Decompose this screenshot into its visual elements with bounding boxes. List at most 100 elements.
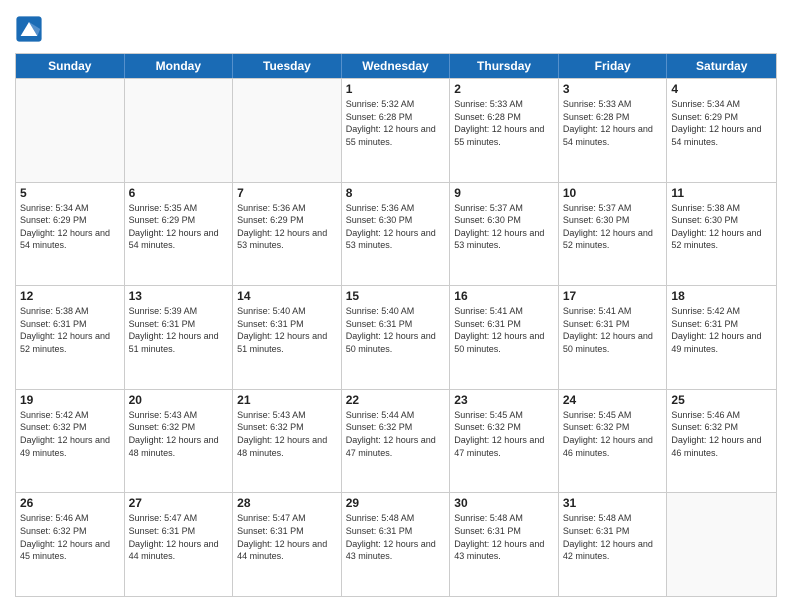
week-row-3: 12Sunrise: 5:38 AMSunset: 6:31 PMDayligh… — [16, 285, 776, 389]
header-day-thursday: Thursday — [450, 54, 559, 78]
header-day-tuesday: Tuesday — [233, 54, 342, 78]
day-cell-17: 17Sunrise: 5:41 AMSunset: 6:31 PMDayligh… — [559, 286, 668, 389]
day-info: Sunrise: 5:35 AMSunset: 6:29 PMDaylight:… — [129, 202, 229, 252]
day-number: 20 — [129, 393, 229, 407]
day-info: Sunrise: 5:32 AMSunset: 6:28 PMDaylight:… — [346, 98, 446, 148]
calendar: SundayMondayTuesdayWednesdayThursdayFrid… — [15, 53, 777, 597]
day-number: 5 — [20, 186, 120, 200]
day-number: 13 — [129, 289, 229, 303]
calendar-header: SundayMondayTuesdayWednesdayThursdayFrid… — [16, 54, 776, 78]
header-day-saturday: Saturday — [667, 54, 776, 78]
day-cell-14: 14Sunrise: 5:40 AMSunset: 6:31 PMDayligh… — [233, 286, 342, 389]
day-info: Sunrise: 5:46 AMSunset: 6:32 PMDaylight:… — [671, 409, 772, 459]
day-cell-3: 3 Sunrise: 5:33 AMSunset: 6:28 PMDaylight… — [559, 79, 668, 182]
day-number: 1 — [346, 82, 446, 96]
empty-cell — [16, 79, 125, 182]
day-cell-26: 26 Sunrise: 5:46 AMSunset: 6:32 PMDayligh… — [16, 493, 125, 596]
empty-cell — [233, 79, 342, 182]
day-info: Sunrise: 5:34 AMSunset: 6:29 PMDaylight:… — [671, 98, 772, 148]
logo-icon — [15, 15, 43, 43]
day-info: Sunrise: 5:45 AMSunset: 6:32 PMDaylight:… — [454, 409, 554, 459]
day-number: 11 — [671, 186, 772, 200]
day-info: Sunrise: 5:36 AMSunset: 6:29 PMDaylight:… — [237, 202, 337, 252]
day-info: Sunrise: 5:47 AMSunset: 6:31 PMDaylight:… — [129, 512, 229, 562]
day-number: 9 — [454, 186, 554, 200]
day-cell-10: 10Sunrise: 5:37 AMSunset: 6:30 PMDayligh… — [559, 183, 668, 286]
day-cell-8: 8 Sunrise: 5:36 AMSunset: 6:30 PMDaylight… — [342, 183, 451, 286]
day-info: Sunrise: 5:37 AMSunset: 6:30 PMDaylight:… — [454, 202, 554, 252]
day-number: 29 — [346, 496, 446, 510]
day-info: Sunrise: 5:46 AMSunset: 6:32 PMDaylight:… — [20, 512, 120, 562]
day-cell-19: 19 Sunrise: 5:42 AMSunset: 6:32 PMDayligh… — [16, 390, 125, 493]
day-number: 3 — [563, 82, 663, 96]
day-cell-11: 11 Sunrise: 5:38 AMSunset: 6:30 PMDayligh… — [667, 183, 776, 286]
day-info: Sunrise: 5:34 AMSunset: 6:29 PMDaylight:… — [20, 202, 120, 252]
week-row-4: 19 Sunrise: 5:42 AMSunset: 6:32 PMDayligh… — [16, 389, 776, 493]
day-number: 16 — [454, 289, 554, 303]
day-number: 27 — [129, 496, 229, 510]
day-cell-31: 31 Sunrise: 5:48 AMSunset: 6:31 PMDayligh… — [559, 493, 668, 596]
week-row-5: 26 Sunrise: 5:46 AMSunset: 6:32 PMDayligh… — [16, 492, 776, 596]
day-number: 31 — [563, 496, 663, 510]
calendar-body: 1 Sunrise: 5:32 AMSunset: 6:28 PMDaylight… — [16, 78, 776, 596]
day-cell-30: 30 Sunrise: 5:48 AMSunset: 6:31 PMDayligh… — [450, 493, 559, 596]
day-cell-22: 22 Sunrise: 5:44 AMSunset: 6:32 PMDayligh… — [342, 390, 451, 493]
header-day-sunday: Sunday — [16, 54, 125, 78]
day-info: Sunrise: 5:41 AMSunset: 6:31 PMDaylight:… — [454, 305, 554, 355]
day-info: Sunrise: 5:43 AMSunset: 6:32 PMDaylight:… — [129, 409, 229, 459]
day-cell-16: 16 Sunrise: 5:41 AMSunset: 6:31 PMDayligh… — [450, 286, 559, 389]
day-number: 8 — [346, 186, 446, 200]
day-info: Sunrise: 5:38 AMSunset: 6:31 PMDaylight:… — [20, 305, 120, 355]
day-number: 23 — [454, 393, 554, 407]
day-info: Sunrise: 5:33 AMSunset: 6:28 PMDaylight:… — [563, 98, 663, 148]
day-number: 24 — [563, 393, 663, 407]
day-info: Sunrise: 5:36 AMSunset: 6:30 PMDaylight:… — [346, 202, 446, 252]
day-info: Sunrise: 5:47 AMSunset: 6:31 PMDaylight:… — [237, 512, 337, 562]
day-cell-12: 12Sunrise: 5:38 AMSunset: 6:31 PMDayligh… — [16, 286, 125, 389]
day-cell-13: 13 Sunrise: 5:39 AMSunset: 6:31 PMDayligh… — [125, 286, 234, 389]
page: SundayMondayTuesdayWednesdayThursdayFrid… — [0, 0, 792, 612]
day-cell-7: 7Sunrise: 5:36 AMSunset: 6:29 PMDaylight… — [233, 183, 342, 286]
header-day-friday: Friday — [559, 54, 668, 78]
empty-cell — [125, 79, 234, 182]
day-cell-15: 15 Sunrise: 5:40 AMSunset: 6:31 PMDayligh… — [342, 286, 451, 389]
day-info: Sunrise: 5:42 AMSunset: 6:32 PMDaylight:… — [20, 409, 120, 459]
day-number: 6 — [129, 186, 229, 200]
day-cell-29: 29 Sunrise: 5:48 AMSunset: 6:31 PMDayligh… — [342, 493, 451, 596]
day-number: 14 — [237, 289, 337, 303]
header-day-wednesday: Wednesday — [342, 54, 451, 78]
day-cell-5: 5 Sunrise: 5:34 AMSunset: 6:29 PMDaylight… — [16, 183, 125, 286]
day-cell-2: 2 Sunrise: 5:33 AMSunset: 6:28 PMDaylight… — [450, 79, 559, 182]
day-number: 2 — [454, 82, 554, 96]
day-info: Sunrise: 5:48 AMSunset: 6:31 PMDaylight:… — [454, 512, 554, 562]
header — [15, 15, 777, 43]
day-cell-21: 21Sunrise: 5:43 AMSunset: 6:32 PMDayligh… — [233, 390, 342, 493]
day-number: 19 — [20, 393, 120, 407]
day-cell-23: 23 Sunrise: 5:45 AMSunset: 6:32 PMDayligh… — [450, 390, 559, 493]
day-info: Sunrise: 5:48 AMSunset: 6:31 PMDaylight:… — [346, 512, 446, 562]
day-number: 15 — [346, 289, 446, 303]
logo — [15, 15, 47, 43]
day-info: Sunrise: 5:40 AMSunset: 6:31 PMDaylight:… — [346, 305, 446, 355]
day-info: Sunrise: 5:48 AMSunset: 6:31 PMDaylight:… — [563, 512, 663, 562]
week-row-2: 5 Sunrise: 5:34 AMSunset: 6:29 PMDaylight… — [16, 182, 776, 286]
day-cell-9: 9 Sunrise: 5:37 AMSunset: 6:30 PMDaylight… — [450, 183, 559, 286]
day-info: Sunrise: 5:44 AMSunset: 6:32 PMDaylight:… — [346, 409, 446, 459]
day-number: 30 — [454, 496, 554, 510]
day-cell-18: 18Sunrise: 5:42 AMSunset: 6:31 PMDayligh… — [667, 286, 776, 389]
day-number: 22 — [346, 393, 446, 407]
day-cell-6: 6 Sunrise: 5:35 AMSunset: 6:29 PMDaylight… — [125, 183, 234, 286]
day-cell-28: 28 Sunrise: 5:47 AMSunset: 6:31 PMDayligh… — [233, 493, 342, 596]
day-number: 26 — [20, 496, 120, 510]
day-cell-4: 4 Sunrise: 5:34 AMSunset: 6:29 PMDaylight… — [667, 79, 776, 182]
header-day-monday: Monday — [125, 54, 234, 78]
day-info: Sunrise: 5:41 AMSunset: 6:31 PMDaylight:… — [563, 305, 663, 355]
day-cell-24: 24Sunrise: 5:45 AMSunset: 6:32 PMDayligh… — [559, 390, 668, 493]
day-info: Sunrise: 5:38 AMSunset: 6:30 PMDaylight:… — [671, 202, 772, 252]
day-number: 28 — [237, 496, 337, 510]
day-info: Sunrise: 5:33 AMSunset: 6:28 PMDaylight:… — [454, 98, 554, 148]
day-info: Sunrise: 5:39 AMSunset: 6:31 PMDaylight:… — [129, 305, 229, 355]
day-number: 4 — [671, 82, 772, 96]
day-number: 18 — [671, 289, 772, 303]
empty-cell — [667, 493, 776, 596]
